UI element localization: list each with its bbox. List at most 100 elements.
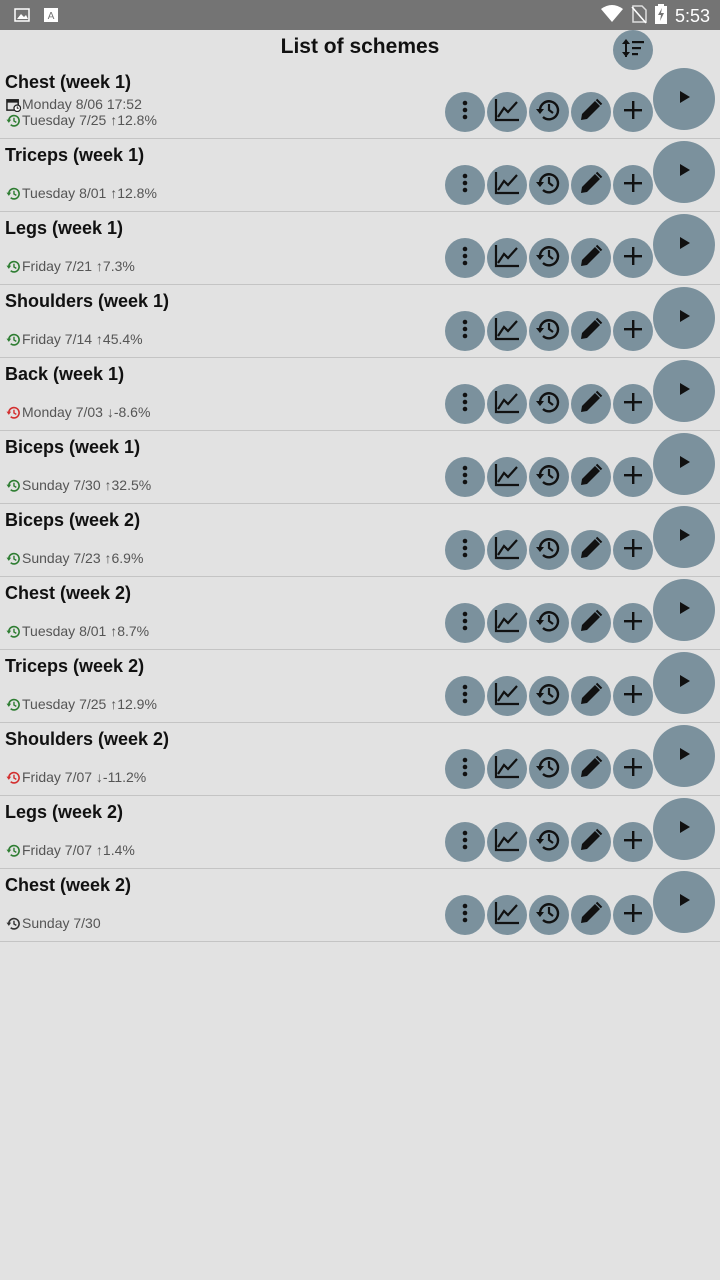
chart-button[interactable]: [487, 822, 527, 862]
edit-button[interactable]: [571, 384, 611, 424]
history-button[interactable]: [529, 530, 569, 570]
play-button[interactable]: [653, 360, 715, 422]
add-button[interactable]: [613, 384, 653, 424]
play-button[interactable]: [653, 798, 715, 860]
edit-button[interactable]: [571, 311, 611, 351]
add-button[interactable]: [613, 92, 653, 132]
edit-button[interactable]: [571, 895, 611, 935]
edit-button[interactable]: [571, 822, 611, 862]
more-button[interactable]: [445, 530, 485, 570]
more-button[interactable]: [445, 676, 485, 716]
list-item[interactable]: Legs (week 1) Friday 7/21 ↑7.3%: [0, 212, 720, 285]
chart-icon: [493, 389, 521, 420]
history-button[interactable]: [529, 165, 569, 205]
chart-button[interactable]: [487, 530, 527, 570]
history-button[interactable]: [529, 457, 569, 497]
chart-button[interactable]: [487, 603, 527, 643]
play-button[interactable]: [653, 214, 715, 276]
last-workout-text: Sunday 7/30 ↑32.5%: [22, 477, 152, 493]
more-button[interactable]: [445, 822, 485, 862]
chart-button[interactable]: [487, 457, 527, 497]
history-button[interactable]: [529, 822, 569, 862]
edit-button[interactable]: [571, 603, 611, 643]
edit-button[interactable]: [571, 530, 611, 570]
edit-button[interactable]: [571, 92, 611, 132]
add-button[interactable]: [613, 603, 653, 643]
list-item[interactable]: Back (week 1) Monday 7/03 ↓-8.6%: [0, 358, 720, 431]
play-button[interactable]: [653, 725, 715, 787]
chart-button[interactable]: [487, 311, 527, 351]
add-button[interactable]: [613, 895, 653, 935]
history-icon: [535, 461, 563, 494]
play-button[interactable]: [653, 652, 715, 714]
more-button[interactable]: [445, 384, 485, 424]
history-icon: [535, 680, 563, 713]
add-button[interactable]: [613, 238, 653, 278]
add-button[interactable]: [613, 822, 653, 862]
list-item[interactable]: Triceps (week 2) Tuesday 7/25 ↑12.9%: [0, 650, 720, 723]
chart-button[interactable]: [487, 238, 527, 278]
edit-button[interactable]: [571, 457, 611, 497]
more-button[interactable]: [445, 749, 485, 789]
play-button[interactable]: [653, 506, 715, 568]
chart-button[interactable]: [487, 165, 527, 205]
list-item[interactable]: Shoulders (week 1) Friday 7/14 ↑45.4%: [0, 285, 720, 358]
add-button[interactable]: [613, 457, 653, 497]
history-button[interactable]: [529, 749, 569, 789]
play-button[interactable]: [653, 68, 715, 130]
add-button[interactable]: [613, 676, 653, 716]
list-item[interactable]: Biceps (week 2) Sunday 7/23 ↑6.9%: [0, 504, 720, 577]
more-button[interactable]: [445, 895, 485, 935]
no-sim-icon: [631, 4, 647, 29]
svg-text:A: A: [48, 11, 55, 22]
play-button[interactable]: [653, 287, 715, 349]
play-button[interactable]: [653, 141, 715, 203]
more-button[interactable]: [445, 92, 485, 132]
edit-button[interactable]: [571, 749, 611, 789]
history-button[interactable]: [529, 384, 569, 424]
more-button[interactable]: [445, 311, 485, 351]
list-item[interactable]: Shoulders (week 2) Friday 7/07 ↓-11.2%: [0, 723, 720, 796]
chart-button[interactable]: [487, 676, 527, 716]
last-workout-line: Friday 7/07 ↑1.4%: [5, 842, 135, 858]
last-workout-text: Tuesday 8/01 ↑12.8%: [22, 185, 157, 201]
list-item[interactable]: Legs (week 2) Friday 7/07 ↑1.4%: [0, 796, 720, 869]
add-button[interactable]: [613, 749, 653, 789]
more-icon: [453, 609, 477, 638]
list-item[interactable]: Chest (week 2) Tuesday 8/01 ↑8.7%: [0, 577, 720, 650]
chart-icon: [493, 243, 521, 274]
more-button[interactable]: [445, 603, 485, 643]
chart-button[interactable]: [487, 749, 527, 789]
play-button[interactable]: [653, 579, 715, 641]
chart-button[interactable]: [487, 384, 527, 424]
add-button[interactable]: [613, 530, 653, 570]
add-button[interactable]: [613, 311, 653, 351]
scheduled-line: Monday 8/06 17:52: [5, 96, 142, 112]
edit-button[interactable]: [571, 165, 611, 205]
history-button[interactable]: [529, 238, 569, 278]
list-item[interactable]: Chest (week 2) Sunday 7/30: [0, 869, 720, 942]
chart-button[interactable]: [487, 92, 527, 132]
edit-button[interactable]: [571, 238, 611, 278]
play-icon: [674, 598, 694, 623]
history-button[interactable]: [529, 676, 569, 716]
add-button[interactable]: [613, 165, 653, 205]
sort-button[interactable]: [613, 30, 653, 70]
history-button[interactable]: [529, 92, 569, 132]
more-button[interactable]: [445, 165, 485, 205]
more-button[interactable]: [445, 238, 485, 278]
more-button[interactable]: [445, 457, 485, 497]
list-item[interactable]: Chest (week 1) Monday 8/06 17:52 Tuesday…: [0, 66, 720, 139]
play-button[interactable]: [653, 433, 715, 495]
list-item[interactable]: Biceps (week 1) Sunday 7/30 ↑32.5%: [0, 431, 720, 504]
history-small-icon: [5, 696, 21, 712]
edit-icon: [578, 170, 604, 201]
chart-button[interactable]: [487, 895, 527, 935]
history-button[interactable]: [529, 895, 569, 935]
history-button[interactable]: [529, 603, 569, 643]
list-item[interactable]: Triceps (week 1) Tuesday 8/01 ↑12.8%: [0, 139, 720, 212]
play-button[interactable]: [653, 871, 715, 933]
history-icon: [535, 388, 563, 421]
edit-button[interactable]: [571, 676, 611, 716]
history-button[interactable]: [529, 311, 569, 351]
